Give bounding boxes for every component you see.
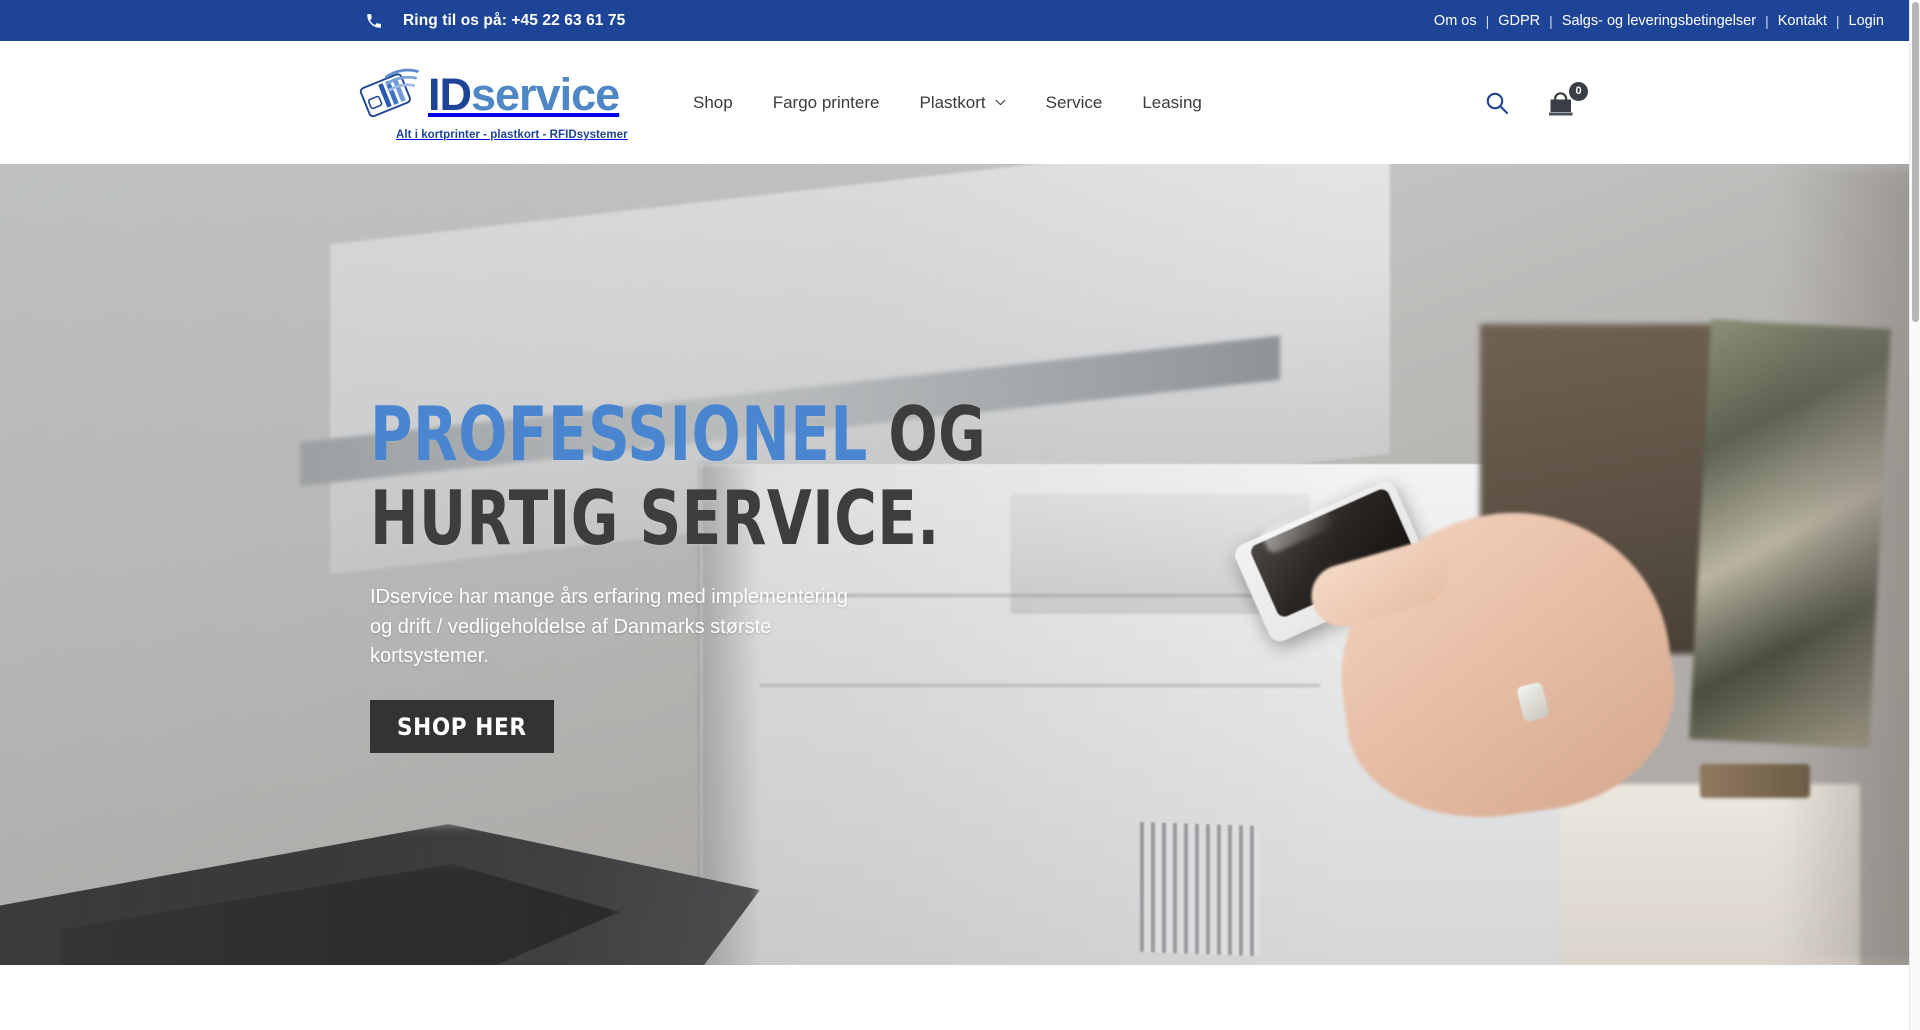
nav-label-fargo-printere: Fargo printere — [772, 92, 880, 112]
nav-item-plastkort[interactable]: Plastkort — [899, 93, 1025, 113]
cart-count-badge: 0 — [1569, 81, 1588, 101]
header-actions: 0 — [1484, 81, 1588, 118]
hero-title-rest: OG — [888, 390, 987, 478]
logo-word-id: ID — [428, 68, 472, 120]
search-icon[interactable] — [1484, 90, 1510, 116]
hero-subtitle: IDservice har mange års erfaring med imp… — [370, 586, 848, 668]
utility-link-kontakt[interactable]: Kontakt — [1777, 13, 1828, 29]
logo-wordmark: IDservice — [428, 68, 620, 120]
id-card-logo-icon — [358, 64, 424, 124]
main-navigation: Shop Fargo printere Plastkort Service Le… — [673, 93, 1222, 113]
nav-label-shop: Shop — [693, 92, 733, 112]
utility-separator: | — [1485, 12, 1490, 29]
nav-item-fargo-printere[interactable]: Fargo printere — [753, 93, 900, 113]
logo-tagline: Alt i kortprinter - plastkort - RFIDsyst… — [396, 129, 628, 141]
utility-links: Om os | GDPR | Salgs- og leveringsbeting… — [1433, 13, 1885, 29]
site-header: IDservice Alt i kortprinter - plastkort … — [0, 41, 1920, 164]
utility-link-salgsbetingelser[interactable]: Salgs- og leveringsbetingelser — [1561, 13, 1757, 29]
nav-label-service: Service — [1045, 92, 1103, 112]
utility-separator: | — [1765, 12, 1769, 29]
hero-content: PROFESSIONEL OG HURTIG SERVICE. IDservic… — [370, 392, 1090, 753]
utility-link-gdpr[interactable]: GDPR — [1497, 13, 1541, 29]
scrollbar-thumb[interactable] — [1912, 2, 1919, 322]
below-hero-section — [0, 965, 1920, 1030]
utility-separator: | — [1549, 12, 1553, 29]
shop-her-button[interactable]: Shop her — [370, 699, 554, 753]
utility-separator: | — [1835, 12, 1840, 29]
nav-item-leasing[interactable]: Leasing — [1122, 93, 1222, 113]
hero-title-accent: PROFESSIONEL — [370, 390, 868, 478]
chevron-down-icon — [995, 99, 1006, 106]
utility-link-login[interactable]: Login — [1848, 13, 1885, 29]
site-logo[interactable]: IDservice Alt i kortprinter - plastkort … — [358, 64, 643, 141]
nav-item-shop[interactable]: Shop — [673, 93, 753, 113]
hero-banner: PROFESSIONEL OG HURTIG SERVICE. IDservic… — [0, 164, 1920, 965]
hero-title: PROFESSIONEL OG HURTIG SERVICE. — [370, 392, 989, 560]
hero-title-line2: HURTIG SERVICE. — [370, 474, 940, 562]
nav-label-plastkort: Plastkort — [919, 92, 986, 112]
logo-row: IDservice — [358, 64, 620, 124]
nav-item-service[interactable]: Service — [1026, 93, 1123, 113]
logo-word-service: service — [471, 68, 620, 120]
page-scrollbar[interactable] — [1909, 0, 1920, 1030]
nav-label-leasing: Leasing — [1142, 92, 1202, 112]
phone-icon — [365, 12, 383, 30]
phone-contact[interactable]: Ring til os på: +45 22 63 61 75 — [365, 12, 625, 30]
page-root: Ring til os på: +45 22 63 61 75 Om os | … — [0, 0, 1920, 1030]
phone-number-text: Ring til os på: +45 22 63 61 75 — [403, 11, 626, 29]
utility-link-om-os[interactable]: Om os — [1433, 13, 1478, 29]
cart-button[interactable]: 0 — [1546, 81, 1588, 118]
top-utility-bar: Ring til os på: +45 22 63 61 75 Om os | … — [0, 0, 1920, 41]
